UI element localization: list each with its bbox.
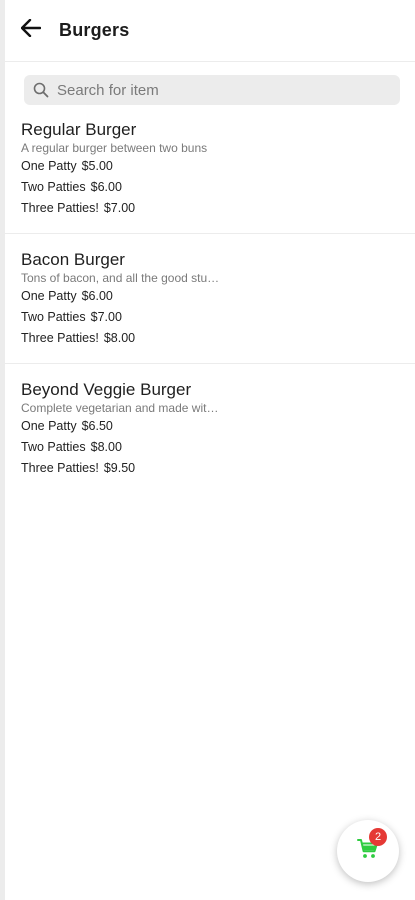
item-option[interactable]: Three Patties! $7.00 [21,198,399,219]
arrow-left-icon [20,18,42,42]
option-label: One Patty [21,289,77,303]
option-price: $9.50 [103,461,136,475]
item-option[interactable]: Two Patties $7.00 [21,307,399,328]
item-option[interactable]: One Patty $6.50 [21,416,399,437]
item-option[interactable]: Two Patties $6.00 [21,177,399,198]
back-button[interactable] [19,18,43,43]
top-bar: Burgers [5,0,415,62]
cart-count-badge: 2 [369,828,387,846]
option-label: Two Patties [21,440,86,454]
search-input[interactable] [55,80,359,100]
search-bar[interactable] [24,75,400,105]
option-price: $7.00 [90,310,122,324]
item-description: A regular burger between two buns [21,141,208,155]
item-description: Complete vegetarian and made wit… [21,401,219,415]
item-option[interactable]: One Patty $6.00 [21,286,399,307]
menu-screen: Burgers Regular Burger A regular burger … [0,0,415,900]
option-price: $7.00 [103,201,136,215]
option-label: Two Patties [21,310,86,324]
page-title: Burgers [59,20,130,40]
menu-item[interactable]: Regular Burger A regular burger between … [5,105,415,234]
search-icon [33,82,49,98]
item-name: Regular Burger [21,120,137,139]
option-label: Three Patties! [21,461,99,475]
option-price: $8.00 [90,440,122,454]
option-label: One Patty [21,419,77,433]
option-price: $6.00 [90,180,122,194]
item-name: Beyond Veggie Burger [21,380,192,399]
item-option[interactable]: One Patty $5.00 [21,156,399,177]
item-name: Bacon Burger [21,250,125,269]
option-label: One Patty [21,159,77,173]
menu-item[interactable]: Beyond Veggie Burger Complete vegetarian… [5,364,415,493]
item-option[interactable]: Three Patties! $8.00 [21,328,399,349]
option-price: $6.00 [81,289,113,303]
option-label: Two Patties [21,180,86,194]
option-price: $6.50 [81,419,113,433]
search-bar-container [5,62,415,105]
option-price: $8.00 [103,331,136,345]
option-label: Three Patties! [21,331,99,345]
menu-item[interactable]: Bacon Burger Tons of bacon, and all the … [5,234,415,364]
item-option[interactable]: Three Patties! $9.50 [21,458,399,479]
item-description: Tons of bacon, and all the good stu… [21,271,220,285]
cart-button[interactable]: 2 [337,820,399,882]
item-option[interactable]: Two Patties $8.00 [21,437,399,458]
menu-item-list: Regular Burger A regular burger between … [5,105,415,493]
option-price: $5.00 [81,159,113,173]
option-label: Three Patties! [21,201,99,215]
